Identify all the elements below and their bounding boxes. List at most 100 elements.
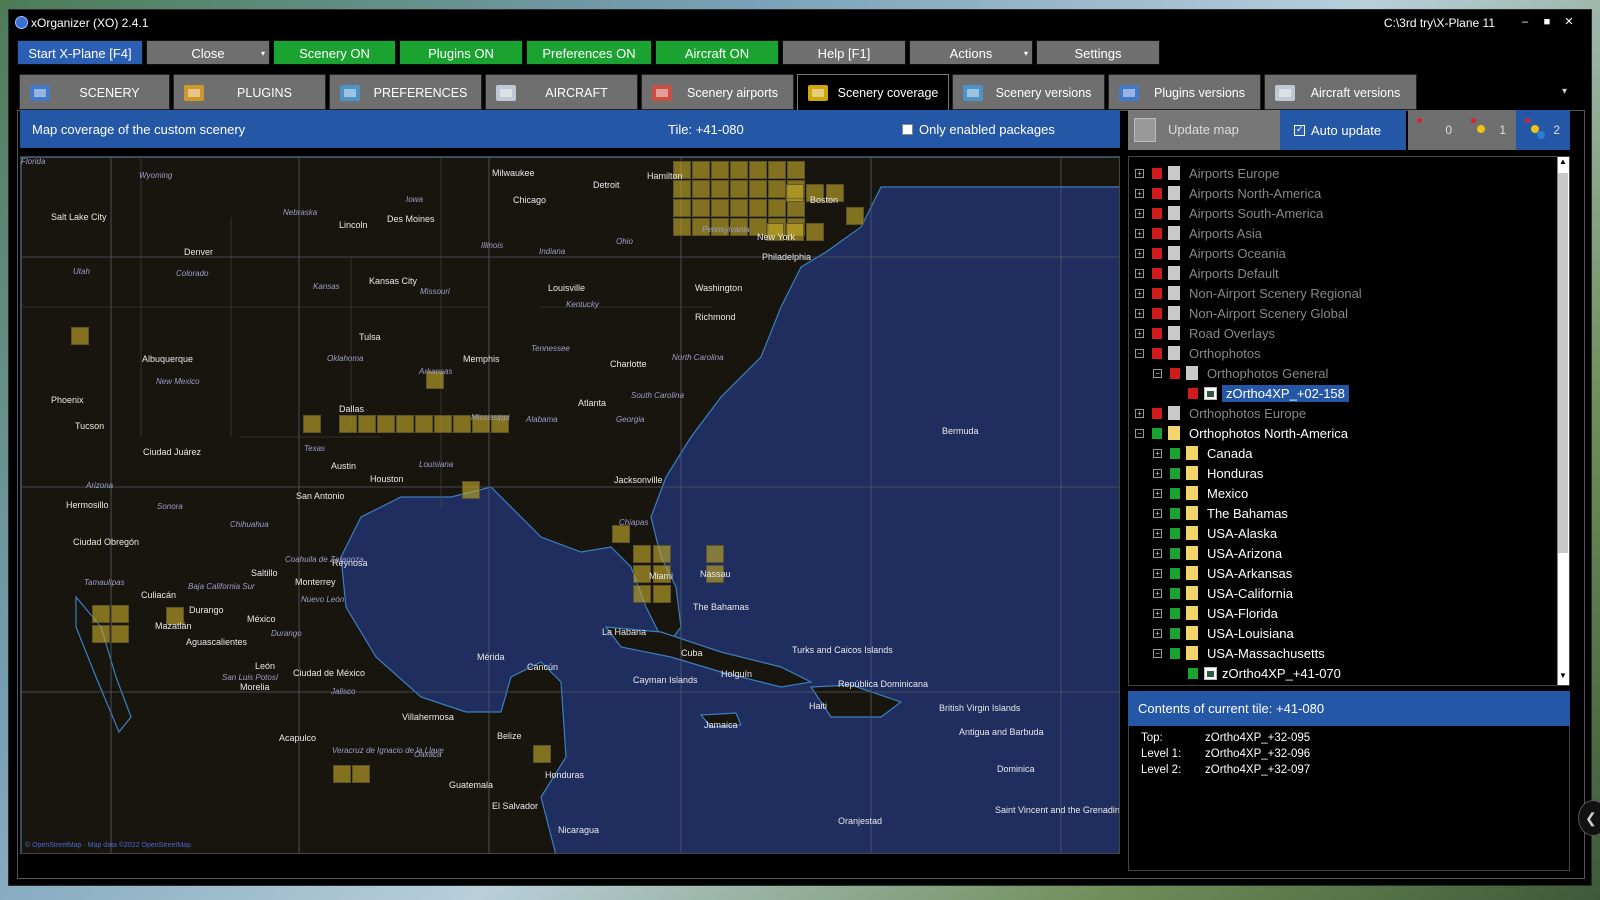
- tree-item[interactable]: + Airports Asia: [1135, 223, 1262, 243]
- coverage-tile[interactable]: [653, 545, 671, 563]
- tree-item[interactable]: + USA-Arizona: [1153, 543, 1282, 563]
- green-status-icon[interactable]: [1152, 427, 1162, 439]
- coverage-tile[interactable]: [673, 218, 691, 236]
- coverage-tile[interactable]: [711, 161, 729, 179]
- tree-item[interactable]: + USA-California: [1153, 583, 1293, 603]
- coverage-tile[interactable]: [692, 199, 710, 217]
- coverage-tile[interactable]: [462, 481, 480, 499]
- tab-plugins-versions[interactable]: Plugins versions: [1108, 74, 1261, 110]
- coverage-tile[interactable]: [787, 161, 805, 179]
- expand-icon[interactable]: +: [1153, 628, 1162, 638]
- tree-item[interactable]: + Airports South-America: [1135, 203, 1323, 223]
- expand-icon[interactable]: +: [1135, 408, 1144, 418]
- coverage-tile[interactable]: [692, 180, 710, 198]
- preferences-on-button[interactable]: Preferences ON: [526, 40, 652, 65]
- red-status-icon[interactable]: [1152, 307, 1162, 319]
- scroll-thumb[interactable]: [1558, 173, 1568, 553]
- red-status-icon[interactable]: [1152, 207, 1162, 219]
- tab-preferences[interactable]: PREFERENCES: [329, 74, 482, 110]
- coverage-tile[interactable]: [633, 545, 651, 563]
- expand-icon[interactable]: +: [1135, 168, 1144, 178]
- tab-aircraft[interactable]: AIRCRAFT: [485, 74, 638, 110]
- coverage-tile[interactable]: [92, 625, 110, 643]
- expand-icon[interactable]: +: [1153, 488, 1162, 498]
- plugins-on-button[interactable]: Plugins ON: [399, 40, 523, 65]
- start-xplane-button[interactable]: Start X-Plane [F4]: [17, 40, 143, 65]
- scroll-down-arrow-icon[interactable]: ▼: [1557, 671, 1569, 685]
- coverage-tile[interactable]: [653, 585, 671, 603]
- red-status-icon[interactable]: [1152, 227, 1162, 239]
- tree-item[interactable]: + USA-Alaska: [1153, 523, 1277, 543]
- tree-item[interactable]: + Airports Oceania: [1135, 243, 1286, 263]
- tree-item[interactable]: zOrtho4XP_+41-070: [1171, 663, 1341, 683]
- expand-icon[interactable]: +: [1153, 448, 1162, 458]
- tab-scenery-versions[interactable]: Scenery versions: [952, 74, 1105, 110]
- only-enabled-checkbox[interactable]: Only enabled packages: [902, 122, 1055, 137]
- green-status-icon[interactable]: [1170, 607, 1180, 619]
- coverage-tile[interactable]: [396, 415, 414, 433]
- expand-icon[interactable]: +: [1153, 468, 1162, 478]
- expand-icon[interactable]: +: [1153, 548, 1162, 558]
- coverage-tile[interactable]: [673, 199, 691, 217]
- tree-item[interactable]: + USA-Louisiana: [1153, 623, 1294, 643]
- green-status-icon[interactable]: [1170, 507, 1180, 519]
- red-status-icon[interactable]: [1152, 347, 1162, 359]
- close-window-button[interactable]: ✕: [1559, 13, 1579, 31]
- coverage-tile[interactable]: [71, 327, 89, 345]
- collapse-icon[interactable]: −: [1135, 428, 1144, 438]
- coverage-tile[interactable]: [415, 415, 433, 433]
- coverage-tile[interactable]: [768, 180, 786, 198]
- coverage-tile[interactable]: [706, 545, 724, 563]
- green-status-icon[interactable]: [1170, 647, 1180, 659]
- collapse-icon[interactable]: −: [1153, 648, 1162, 658]
- coverage-tile[interactable]: [749, 161, 767, 179]
- expand-icon[interactable]: +: [1153, 508, 1162, 518]
- tree-item[interactable]: zOrtho4XP_+02-158: [1171, 383, 1349, 403]
- coverage-tile[interactable]: [749, 199, 767, 217]
- coverage-tile[interactable]: [92, 605, 110, 623]
- green-status-icon[interactable]: [1170, 567, 1180, 579]
- coverage-tile[interactable]: [768, 199, 786, 217]
- green-status-icon[interactable]: [1188, 667, 1198, 679]
- auto-update-box[interactable]: [1294, 124, 1305, 136]
- expand-icon[interactable]: +: [1135, 328, 1144, 338]
- coverage-tile[interactable]: [692, 161, 710, 179]
- coverage-tile[interactable]: [806, 223, 824, 241]
- level-0-button[interactable]: 0: [1408, 110, 1462, 150]
- tab-scenery-coverage[interactable]: Scenery coverage: [797, 74, 949, 112]
- green-status-icon[interactable]: [1170, 527, 1180, 539]
- coverage-tile[interactable]: [303, 415, 321, 433]
- aircraft-on-button[interactable]: Aircraft ON: [655, 40, 779, 65]
- expand-icon[interactable]: +: [1153, 568, 1162, 578]
- only-enabled-box[interactable]: [902, 124, 913, 135]
- coverage-tile[interactable]: [730, 161, 748, 179]
- red-status-icon[interactable]: [1152, 247, 1162, 259]
- tree-item[interactable]: + Airports Europe: [1135, 163, 1279, 183]
- coverage-tile[interactable]: [377, 415, 395, 433]
- coverage-tile[interactable]: [711, 199, 729, 217]
- coverage-tile[interactable]: [612, 525, 630, 543]
- coverage-tile[interactable]: [633, 585, 651, 603]
- coverage-tile[interactable]: [730, 180, 748, 198]
- level-1-button[interactable]: 1: [1462, 110, 1516, 150]
- scroll-up-arrow-icon[interactable]: ▲: [1557, 157, 1569, 171]
- expand-icon[interactable]: +: [1153, 588, 1162, 598]
- tree-item[interactable]: + Airports North-America: [1135, 183, 1321, 203]
- tree-scrollbar[interactable]: ▲ ▼: [1557, 157, 1569, 685]
- settings-button[interactable]: Settings: [1036, 40, 1160, 65]
- expand-icon[interactable]: +: [1135, 188, 1144, 198]
- tab-aircraft-versions[interactable]: Aircraft versions: [1264, 74, 1417, 110]
- tree-item[interactable]: + USA-Florida: [1153, 603, 1278, 623]
- green-status-icon[interactable]: [1170, 547, 1180, 559]
- auto-update-checkbox[interactable]: Auto update: [1280, 110, 1406, 150]
- coverage-tile[interactable]: [768, 161, 786, 179]
- coverage-tile[interactable]: [111, 625, 129, 643]
- green-status-icon[interactable]: [1170, 467, 1180, 479]
- tree-item[interactable]: − USA-Massachusetts: [1153, 643, 1325, 663]
- coverage-tile[interactable]: [846, 207, 864, 225]
- tab-scenery-airports[interactable]: Scenery airports: [641, 74, 794, 110]
- tree-item[interactable]: + Canada: [1153, 443, 1253, 463]
- green-status-icon[interactable]: [1170, 447, 1180, 459]
- expand-icon[interactable]: +: [1153, 528, 1162, 538]
- coverage-tile[interactable]: [333, 765, 351, 783]
